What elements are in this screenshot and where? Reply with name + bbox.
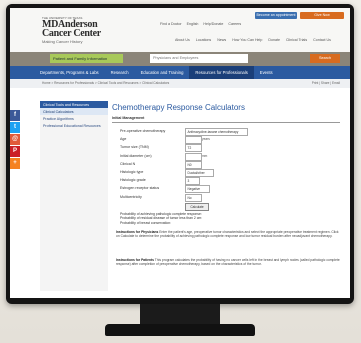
sidebar-item[interactable]: Professional Educational Resources (40, 123, 108, 130)
utility-links: Find a Doctor English Help/Donate Career… (160, 20, 345, 28)
secondary-link[interactable]: Locations (196, 38, 211, 46)
form-row: Age years (120, 136, 340, 145)
site-header: THE UNIVERSITY OF TEXAS MDAnderson Cance… (10, 8, 350, 52)
physician-instructions: Instructions for Physicians Enter the pa… (116, 230, 342, 238)
calculator-form: Pre-operative chemotherapy Anthracycline… (120, 128, 340, 225)
field-unit: years (202, 137, 210, 142)
give-now-button[interactable]: Give Now (300, 12, 344, 19)
form-row: Clinical N N0 (120, 160, 340, 169)
site-logo[interactable]: THE UNIVERSITY OF TEXAS MDAnderson Cance… (42, 16, 112, 44)
tumor-size-select[interactable]: T2 (185, 144, 202, 153)
histologic-type-select[interactable]: Ductal/other (185, 168, 214, 177)
age-input[interactable] (185, 136, 202, 145)
sidebar-item-current[interactable]: Clinical Calculators (40, 108, 108, 116)
logo-tagline: Making Cancer History (42, 39, 83, 44)
nav-item-active[interactable]: Resources for Professionals (189, 66, 254, 79)
appointment-button[interactable]: Become an appointment (255, 12, 297, 19)
nav-item[interactable]: Research (105, 66, 135, 79)
secondary-link[interactable]: Contact Us (313, 38, 331, 46)
patient-info-tab[interactable]: Patient and Family Information (50, 54, 123, 63)
field-label: Histologic grade (120, 178, 146, 183)
monitor-stand-neck (140, 304, 220, 324)
histologic-grade-select[interactable]: 3 (185, 177, 200, 186)
facebook-icon[interactable]: f (10, 110, 20, 121)
form-row: Histologic type Ductal/other (120, 168, 340, 177)
monitor-screen: THE UNIVERSITY OF TEXAS MDAnderson Cance… (10, 8, 350, 298)
twitter-icon[interactable]: t (10, 122, 20, 133)
estrogen-receptor-select[interactable]: Negative (185, 185, 210, 194)
field-label: Age (120, 137, 127, 142)
pinterest-icon[interactable]: P (10, 146, 20, 157)
form-row: Estrogen receptor status Negative (120, 185, 340, 194)
utility-link[interactable]: Help/Donate (203, 22, 223, 26)
search-button[interactable]: Search (310, 54, 340, 63)
social-share-bar: f t @ P + (10, 110, 20, 170)
sidebar-item[interactable]: Clinical Tools and Resources (40, 101, 108, 109)
nav-item[interactable]: Education and Training (135, 66, 190, 79)
clinical-n-select[interactable]: N0 (185, 160, 202, 169)
results-block: Probability of achieving pathologic comp… (120, 212, 340, 225)
result-line: Probability of breast conservation: (120, 220, 172, 225)
monitor-stand-base (105, 324, 255, 336)
form-row: Initial diameter (cm) mm (120, 152, 340, 161)
patient-instructions: Instructions for Patients This program c… (116, 258, 342, 266)
field-label: Clinical N (120, 161, 136, 166)
calculate-button[interactable]: Calculate (185, 202, 209, 211)
diameter-input[interactable] (185, 152, 202, 161)
secondary-link[interactable]: News (217, 38, 226, 46)
form-row: Pre-operative chemotherapy Anthracycline… (120, 128, 340, 136)
breadcrumb[interactable]: Home > Resources for Professionals > Cli… (42, 79, 169, 88)
form-row: Calculate (120, 202, 340, 211)
secondary-link[interactable]: Clinical Trials (286, 38, 307, 46)
breadcrumb-bar: Home > Resources for Professionals > Cli… (10, 79, 350, 88)
utility-link[interactable]: English (187, 22, 199, 26)
form-row: Multicentricity No (120, 193, 340, 202)
field-unit: mm (202, 153, 208, 158)
section-heading: Initial Management (112, 116, 340, 123)
logo-line-2: Cancer Center (42, 28, 101, 39)
sidebar: Clinical Tools and Resources Clinical Ca… (40, 101, 108, 291)
secondary-link[interactable]: About Us (175, 38, 190, 46)
sidebar-item[interactable]: Practice Algorithms (40, 115, 108, 122)
utility-link[interactable]: Careers (228, 22, 241, 26)
secondary-links: About Us Locations News How You Can Help… (175, 38, 345, 46)
field-label: Histologic type (120, 169, 144, 174)
page-tools[interactable]: Print | Share | Email (312, 79, 340, 88)
field-label: Multicentricity (120, 194, 142, 199)
plus-icon[interactable]: + (10, 158, 20, 169)
field-label: Estrogen receptor status (120, 186, 160, 191)
main-navigation: Departments, Programs & Labs Research Ed… (10, 66, 350, 79)
nav-item[interactable]: Events (254, 66, 279, 79)
field-label: Initial diameter (cm) (120, 153, 152, 158)
field-label: Tumor size (TNM) (120, 145, 149, 150)
secondary-link[interactable]: Donate (268, 38, 280, 46)
form-row: Histologic grade 3 (120, 177, 340, 186)
email-icon[interactable]: @ (10, 134, 20, 145)
field-label: Pre-operative chemotherapy (120, 129, 166, 133)
secondary-link[interactable]: How You Can Help (232, 38, 262, 46)
utility-link[interactable]: Find a Doctor (160, 22, 182, 26)
search-input[interactable]: Physicians and Employees (150, 54, 248, 63)
page-title: Chemotherapy Response Calculators (112, 103, 245, 112)
nav-item[interactable]: Departments, Programs & Labs (10, 66, 105, 79)
form-row: Tumor size (TNM) T2 (120, 144, 340, 153)
multicentricity-select[interactable]: No (185, 193, 202, 202)
chemotherapy-select[interactable]: Anthracycline-taxane chemotherapy (185, 128, 248, 136)
